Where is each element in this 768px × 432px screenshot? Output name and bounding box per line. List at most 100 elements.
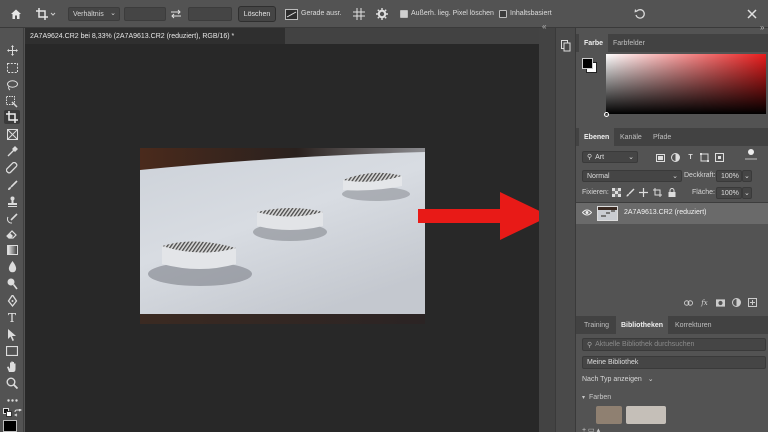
chevron-down-icon: ⌄ — [647, 376, 654, 383]
zoom-tool-icon[interactable] — [4, 376, 20, 390]
foreground-color-swatch[interactable] — [3, 420, 17, 432]
eyedropper-tool-icon[interactable] — [4, 144, 20, 158]
fill-input[interactable]: 100% — [716, 187, 742, 199]
opacity-label: Deckkraft: — [684, 172, 716, 179]
tab-training[interactable]: Training — [579, 316, 614, 334]
clear-button[interactable]: Löschen — [238, 6, 276, 22]
options-bar: Verhältnis ⌄ Löschen Gerade ausr. Außerh… — [0, 0, 768, 28]
opacity-input[interactable]: 100% — [716, 170, 742, 182]
crop-tool-icon[interactable] — [4, 110, 20, 124]
history-panel-icon[interactable] — [561, 40, 571, 54]
chevron-down-icon: ⌄ — [628, 154, 634, 161]
grid-overlay-icon[interactable] — [351, 5, 367, 23]
ratio-select[interactable]: Verhältnis ⌄ — [68, 7, 120, 21]
filter-pixel-icon[interactable] — [656, 153, 665, 162]
fg-bg-color-chip[interactable] — [582, 58, 598, 74]
home-icon[interactable] — [8, 5, 24, 23]
expand-panels-icon[interactable]: » — [760, 23, 764, 32]
lock-artboard-icon[interactable] — [653, 188, 662, 197]
content-aware-checkbox[interactable] — [499, 10, 507, 18]
filter-type-icon[interactable]: T — [686, 153, 695, 162]
eraser-tool-icon[interactable] — [4, 227, 20, 241]
link-layers-icon[interactable] — [684, 298, 693, 307]
close-icon[interactable] — [744, 5, 760, 23]
new-layer-icon[interactable] — [748, 298, 757, 307]
tools-panel: T — [0, 28, 24, 432]
new-adjustment-layer-icon[interactable] — [732, 298, 741, 307]
library-select[interactable]: Meine Bibliothek — [582, 356, 766, 369]
swap-icon[interactable] — [168, 5, 184, 23]
width-input[interactable] — [124, 7, 166, 21]
frame-tool-icon[interactable] — [4, 127, 20, 141]
colors-section-header[interactable]: ▾ Farben — [582, 394, 611, 401]
tab-color[interactable]: Farbe — [579, 34, 609, 52]
lock-label: Fixieren: — [582, 189, 609, 196]
pen-tool-icon[interactable] — [4, 294, 20, 308]
opacity-dropdown[interactable]: ⌄ — [742, 170, 752, 182]
library-footer-icons[interactable]: + ▭ ▴ — [582, 426, 642, 432]
library-swatch-1[interactable] — [596, 406, 622, 424]
chevron-down-icon: ⌄ — [744, 173, 750, 180]
lock-position-icon[interactable] — [639, 188, 648, 197]
move-tool-icon[interactable] — [4, 43, 20, 57]
blur-tool-icon[interactable] — [4, 260, 20, 274]
add-mask-icon[interactable] — [716, 298, 725, 307]
panel-collapse-strip: « — [539, 22, 555, 432]
lock-all-icon[interactable] — [667, 188, 676, 197]
color-picker-handle[interactable] — [604, 112, 609, 117]
library-search-input[interactable]: ⚲ Aktuelle Bibliothek durchsuchen — [582, 338, 766, 351]
default-colors-icon[interactable] — [3, 408, 13, 418]
filter-toggle-icon[interactable] — [748, 149, 754, 155]
tab-layers[interactable]: Ebenen — [579, 128, 615, 146]
document-tab[interactable]: 2A7A9624.CR2 bei 8,33% (2A7A9613.CR2 (re… — [25, 28, 285, 44]
library-swatch-2[interactable] — [626, 406, 666, 424]
filter-by-type-label: Nach Typ anzeigen — [582, 376, 642, 383]
marquee-tool-icon[interactable] — [4, 61, 20, 75]
healing-brush-tool-icon[interactable] — [4, 161, 20, 175]
rectangle-tool-icon[interactable] — [4, 344, 20, 358]
tab-paths[interactable]: Pfade — [648, 128, 676, 146]
tab-libraries[interactable]: Bibliotheken — [616, 316, 669, 334]
undo-reset-icon[interactable] — [632, 5, 648, 23]
clone-stamp-tool-icon[interactable] — [4, 194, 20, 208]
tab-adjustments[interactable]: Korrekturen — [670, 316, 717, 334]
lasso-tool-icon[interactable] — [4, 78, 20, 92]
document-tab-title: 2A7A9624.CR2 bei 8,33% (2A7A9613.CR2 (re… — [30, 32, 235, 40]
path-selection-tool-icon[interactable] — [4, 328, 20, 342]
filter-shape-icon[interactable] — [700, 153, 709, 162]
layer-row[interactable]: 2A7A9613.CR2 (reduziert) — [576, 203, 768, 224]
delete-outer-pixels-checkbox[interactable] — [400, 10, 408, 18]
brush-tool-icon[interactable] — [4, 178, 20, 192]
layer-filter-label: Art — [595, 153, 605, 161]
object-selection-tool-icon[interactable] — [4, 95, 20, 109]
height-input[interactable] — [188, 7, 232, 21]
blend-mode-label: Normal — [587, 172, 610, 180]
swap-colors-icon[interactable] — [13, 408, 23, 417]
tab-swatches[interactable]: Farbfelder — [608, 34, 650, 52]
filter-toggle-track — [745, 158, 757, 160]
blend-mode-select[interactable]: Normal ⌄ — [582, 170, 682, 182]
layer-style-fx-icon[interactable]: fx — [700, 298, 709, 307]
visibility-eye-icon[interactable] — [581, 209, 593, 218]
lock-transparency-icon[interactable] — [612, 188, 621, 197]
filter-adjustment-icon[interactable] — [671, 153, 680, 162]
layer-filter-select[interactable]: ⚲ Art ⌄ — [582, 151, 638, 163]
straighten-icon[interactable] — [283, 5, 299, 23]
collapse-left-icon[interactable]: « — [542, 22, 546, 31]
more-tools-icon[interactable] — [4, 393, 20, 407]
gear-icon[interactable] — [374, 5, 390, 23]
filter-smart-object-icon[interactable] — [715, 153, 724, 162]
lock-image-pixels-icon[interactable] — [626, 188, 635, 197]
color-field[interactable] — [606, 54, 766, 114]
crop-tool-preset-icon[interactable] — [34, 5, 58, 23]
fill-dropdown[interactable]: ⌄ — [742, 187, 752, 199]
library-search-placeholder: Aktuelle Bibliothek durchsuchen — [595, 341, 695, 348]
hand-tool-icon[interactable] — [4, 360, 20, 374]
dodge-tool-icon[interactable] — [4, 277, 20, 291]
tab-channels[interactable]: Kanäle — [615, 128, 647, 146]
type-tool-icon[interactable]: T — [4, 311, 20, 325]
color-panel-tabs: Farbe Farbfelder — [576, 34, 768, 52]
gradient-tool-icon[interactable] — [4, 243, 20, 257]
filter-by-type-dropdown[interactable]: Nach Typ anzeigen ⌄ — [582, 375, 654, 383]
history-brush-tool-icon[interactable] — [4, 211, 20, 225]
